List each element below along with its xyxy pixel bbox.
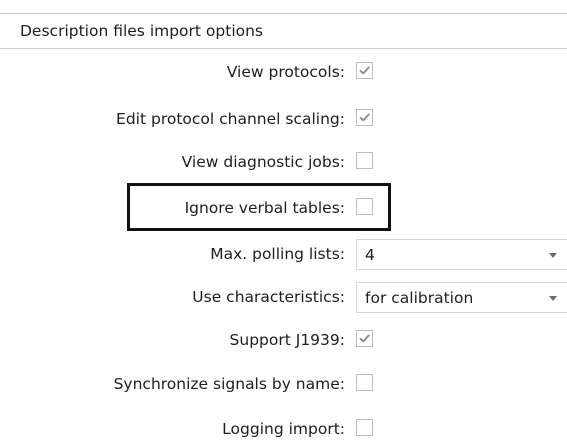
view-protocols-label: View protocols: xyxy=(226,63,345,81)
option-row-edit-protocol-channel-scaling: Edit protocol channel scaling: xyxy=(0,106,567,132)
import-options-panel: Description files import options View pr… xyxy=(0,0,567,440)
section-title: Description files import options xyxy=(20,22,264,40)
logging-import-checkbox[interactable] xyxy=(356,419,373,436)
chevron-down-icon[interactable] xyxy=(549,253,557,258)
option-row-view-protocols: View protocols: xyxy=(0,59,567,85)
option-row-view-diagnostic-jobs: View diagnostic jobs: xyxy=(0,149,567,175)
edit-protocol-channel-scaling-checkbox[interactable] xyxy=(356,109,373,126)
edit-protocol-channel-scaling-label: Edit protocol channel scaling: xyxy=(116,110,345,128)
view-protocols-checkbox[interactable] xyxy=(356,62,373,79)
view-diagnostic-jobs-label: View diagnostic jobs: xyxy=(181,153,345,171)
max-polling-lists-value: 4 xyxy=(365,246,375,264)
support-j1939-label: Support J1939: xyxy=(229,331,345,349)
checkmark-icon xyxy=(359,113,370,122)
synchronize-signals-by-name-checkbox[interactable] xyxy=(356,374,373,391)
option-row-synchronize-signals-by-name: Synchronize signals by name: xyxy=(0,371,567,397)
max-polling-lists-dropdown[interactable]: 4 xyxy=(356,239,567,270)
logging-import-label: Logging import: xyxy=(222,420,345,438)
option-row-support-j1939: Support J1939: xyxy=(0,327,567,353)
max-polling-lists-label: Max. polling lists: xyxy=(210,245,345,263)
option-row-logging-import: Logging import: xyxy=(0,416,567,440)
view-diagnostic-jobs-checkbox[interactable] xyxy=(356,152,373,169)
checkmark-icon xyxy=(359,66,370,75)
option-row-ignore-verbal-tables: Ignore verbal tables: xyxy=(0,195,567,221)
option-row-use-characteristics: Use characteristics: for calibration xyxy=(0,282,567,313)
synchronize-signals-by-name-label: Synchronize signals by name: xyxy=(113,375,345,393)
use-characteristics-value: for calibration xyxy=(365,289,474,307)
chevron-down-icon[interactable] xyxy=(549,296,557,301)
use-characteristics-label: Use characteristics: xyxy=(192,288,345,306)
option-row-max-polling-lists: Max. polling lists: 4 xyxy=(0,239,567,270)
checkmark-icon xyxy=(359,334,370,343)
ignore-verbal-tables-label: Ignore verbal tables: xyxy=(184,199,345,217)
support-j1939-checkbox[interactable] xyxy=(356,330,373,347)
section-header: Description files import options xyxy=(0,13,567,49)
ignore-verbal-tables-checkbox[interactable] xyxy=(356,198,373,215)
use-characteristics-dropdown[interactable]: for calibration xyxy=(356,282,567,313)
